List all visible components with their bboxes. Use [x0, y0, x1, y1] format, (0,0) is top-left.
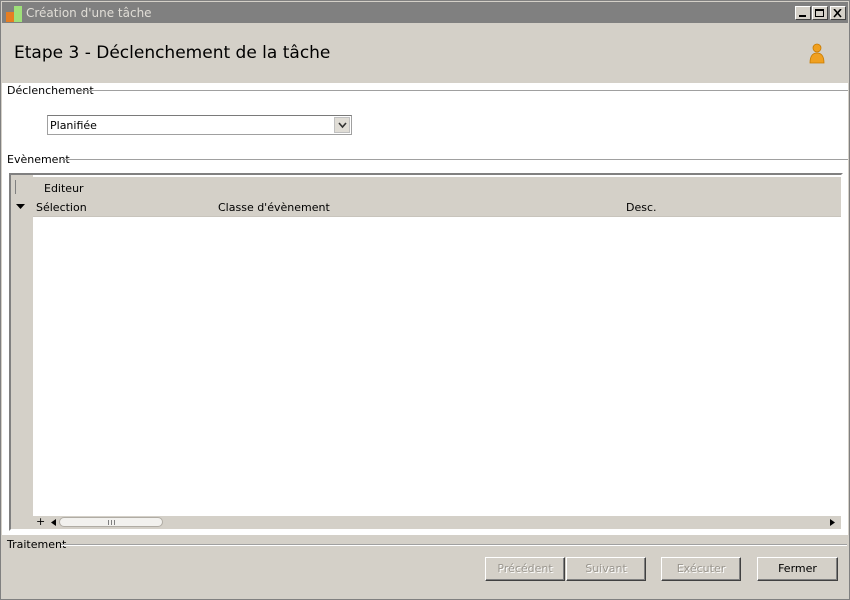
scroll-left-icon[interactable]	[51, 519, 56, 526]
event-grid[interactable]: Editeur Sélection Classe d'évènement Des…	[9, 173, 843, 531]
trigger-select-value: Planifiée	[50, 119, 97, 132]
previous-button[interactable]: Précédent	[485, 557, 565, 581]
app-icon	[6, 6, 22, 22]
close-button[interactable]: Fermer	[757, 557, 838, 581]
user-icon	[809, 43, 825, 64]
add-row-button[interactable]: +	[36, 515, 45, 528]
minimize-icon	[799, 15, 806, 17]
trigger-group-divider	[81, 90, 848, 91]
column-header-selection[interactable]: Sélection	[36, 201, 87, 214]
chevron-down-icon	[338, 122, 347, 129]
horizontal-scrollbar-thumb[interactable]	[59, 517, 163, 527]
window-title: Création d'une tâche	[26, 6, 152, 20]
grid-column-headers: Sélection Classe d'évènement Desc.	[33, 197, 841, 217]
maximize-icon	[815, 9, 824, 17]
maximize-button[interactable]	[812, 6, 828, 20]
column-header-event-class[interactable]: Classe d'évènement	[218, 201, 330, 214]
page-title: Etape 3 - Déclenchement de la tâche	[14, 43, 331, 63]
close-window-button[interactable]	[830, 6, 846, 20]
grip-icon	[108, 520, 115, 525]
processing-group-divider-highlight	[61, 545, 847, 546]
grid-footer: +	[33, 515, 841, 529]
scroll-right-icon[interactable]	[830, 519, 835, 526]
trigger-select[interactable]: Planifiée	[47, 115, 352, 135]
execute-button[interactable]: Exécuter	[661, 557, 741, 581]
dialog-window: Création d'une tâche Etape 3 - Déclenche…	[0, 0, 850, 600]
title-bar[interactable]: Création d'une tâche	[2, 2, 848, 23]
expand-arrow-icon[interactable]	[16, 204, 25, 210]
event-group-divider	[62, 159, 848, 160]
minimize-button[interactable]	[795, 6, 811, 20]
next-button[interactable]: Suivant	[566, 557, 646, 581]
band-label: Editeur	[44, 182, 84, 195]
wizard-header: Etape 3 - Déclenchement de la tâche	[2, 23, 848, 83]
grid-row-header	[11, 175, 33, 529]
grid-band-header[interactable]: Editeur	[33, 177, 841, 197]
band-grip[interactable]	[15, 180, 16, 194]
grid-body[interactable]	[33, 218, 841, 516]
content-panel: Déclenchement Planifiée Evènement Editeu…	[2, 83, 848, 535]
trigger-select-button[interactable]	[334, 117, 350, 133]
processing-group-label: Traitement	[7, 538, 67, 551]
column-header-desc[interactable]: Desc.	[626, 201, 657, 214]
close-icon	[833, 9, 842, 18]
